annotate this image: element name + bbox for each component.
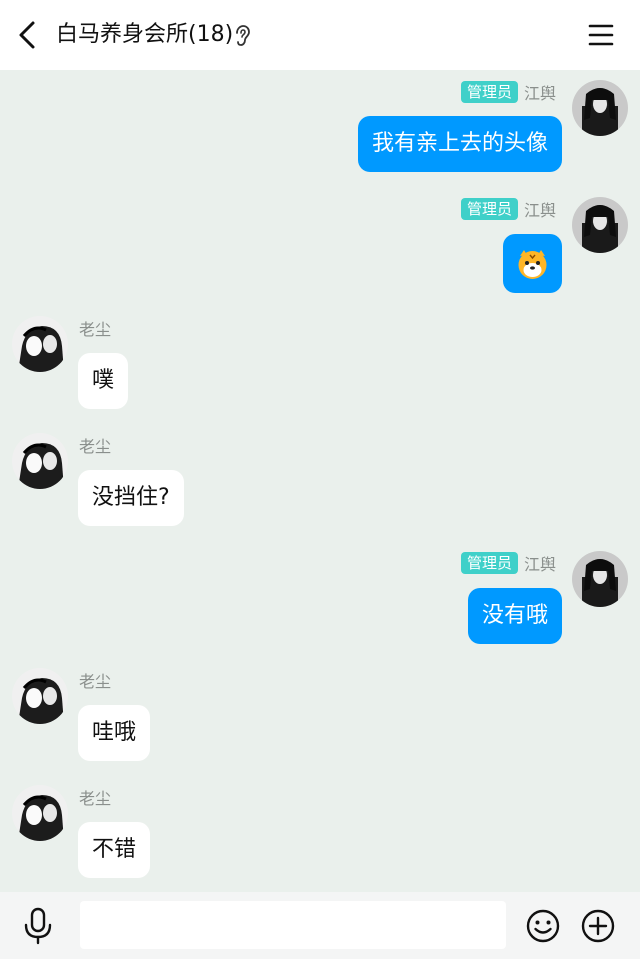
sender-name: 江舆 <box>523 201 556 220</box>
tiger-face-emoji <box>518 250 547 279</box>
sender-row: 老尘 <box>79 433 111 457</box>
smiley-icon[interactable] <box>525 908 561 944</box>
admin-badge: 管理员 <box>460 552 518 574</box>
message-bubble[interactable]: 没挡住? <box>78 470 184 526</box>
avatar[interactable] <box>572 80 628 136</box>
message-bubble[interactable]: 不错 <box>78 822 151 878</box>
sticker-bubble[interactable] <box>503 234 562 293</box>
chat-title[interactable]: 白马养身会所(18) <box>56 18 233 52</box>
chevron-left-icon[interactable] <box>12 18 46 52</box>
microphone-icon[interactable] <box>22 907 54 945</box>
message-bubble[interactable]: 噗 <box>78 353 129 409</box>
sender-name: 老尘 <box>79 320 112 339</box>
sender-row: 管理员 江舆 <box>460 80 556 104</box>
sender-row: 管理员 江舆 <box>460 551 556 575</box>
avatar[interactable] <box>12 785 68 841</box>
message-bubble[interactable]: 我有亲上去的头像 <box>357 116 562 172</box>
sender-row: 老尘 <box>79 668 111 692</box>
ear-icon[interactable] <box>232 24 252 48</box>
sender-row: 老尘 <box>79 785 111 809</box>
avatar[interactable] <box>572 551 628 607</box>
avatar[interactable] <box>12 316 68 372</box>
message-list[interactable]: 管理员 江舆 我有亲上去的头像 管理员 江舆 老尘 噗 老尘 没挡住? 管理员 … <box>0 70 640 892</box>
sender-name: 老尘 <box>79 789 112 808</box>
message-input[interactable] <box>80 901 506 949</box>
sender-row: 老尘 <box>79 316 111 340</box>
message-bubble[interactable]: 哇哦 <box>78 705 151 761</box>
chat-header: 白马养身会所(18) <box>0 0 640 70</box>
avatar[interactable] <box>12 668 68 724</box>
avatar[interactable] <box>12 433 68 489</box>
sender-name: 江舆 <box>523 555 556 574</box>
message-bubble[interactable]: 没有哦 <box>467 588 562 644</box>
admin-badge: 管理员 <box>460 198 518 220</box>
admin-badge: 管理员 <box>460 81 518 103</box>
plus-circle-icon[interactable] <box>580 908 616 944</box>
sender-name: 老尘 <box>79 437 112 456</box>
sender-row: 管理员 江舆 <box>460 197 556 221</box>
sender-name: 江舆 <box>523 84 556 103</box>
hamburger-menu-icon[interactable] <box>586 20 616 50</box>
avatar[interactable] <box>572 197 628 253</box>
sender-name: 老尘 <box>79 672 112 691</box>
